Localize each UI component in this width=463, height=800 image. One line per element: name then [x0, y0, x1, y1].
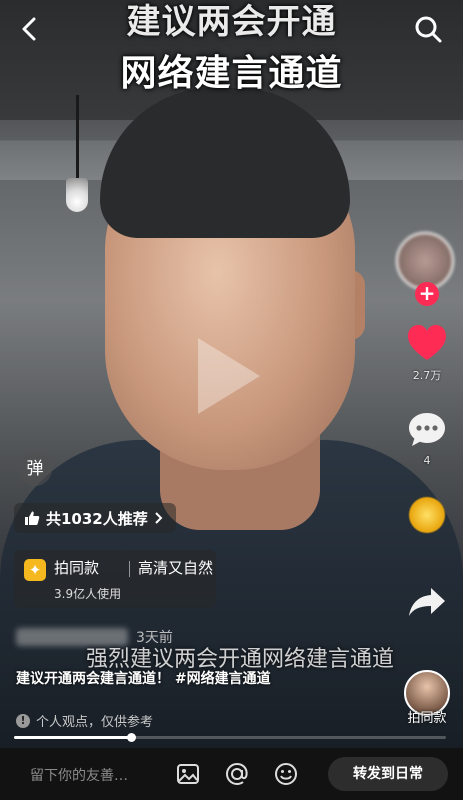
forward-to-daily-button[interactable]: 转发到日常 [328, 757, 448, 791]
comment-button[interactable]: 4 [398, 410, 456, 467]
recommend-badge[interactable]: 共1032人推荐 [14, 503, 176, 533]
chevron-right-icon [155, 512, 163, 524]
author-name-blurred[interactable] [16, 628, 128, 646]
effect-name: 拍同款 [54, 559, 100, 577]
danmu-toggle[interactable]: 弹 [18, 452, 52, 486]
notice-text: 个人观点，仅供参考 [36, 715, 154, 730]
music-disc[interactable] [409, 497, 445, 533]
post-time: 3天前 [136, 630, 173, 646]
progress-handle[interactable] [126, 733, 136, 742]
image-icon[interactable] [175, 761, 201, 787]
effect-divider [129, 561, 130, 577]
emoji-icon[interactable] [273, 761, 299, 787]
comment-count: 4 [423, 454, 431, 467]
ceiling-lamp [66, 178, 88, 212]
effect-users: 3.9亿人使用 [54, 587, 122, 601]
video-caption[interactable]: 建议开通两会建言通道！ #网络建言通道 [16, 668, 271, 688]
at-icon[interactable] [224, 761, 250, 787]
video-title-line2: 网络建言通道 [120, 53, 343, 94]
like-button[interactable]: 2.7万 [398, 323, 456, 383]
share-count-blurred [398, 623, 456, 636]
comment-input[interactable]: 留下你的友善… [30, 765, 128, 785]
effect-tag: 高清又自然 [138, 559, 214, 577]
search-icon[interactable] [413, 14, 443, 44]
video-title-line1: 建议两会开通 [126, 2, 337, 42]
effect-card[interactable]: ✦ 拍同款 高清又自然 3.9亿人使用 [14, 550, 216, 608]
video-screen[interactable]: 建议两会开通 网络建言通道 + 2.7万 4 拍同款 弹 共1032人推荐 ✦ … [0, 0, 463, 800]
progress-fill [14, 736, 131, 739]
info-icon: ! [16, 713, 30, 728]
like-count: 2.7万 [412, 369, 442, 382]
notice-row: ! 个人观点，仅供参考 [16, 711, 153, 730]
same-style-label[interactable]: 拍同款 [395, 707, 459, 726]
comment-icon [409, 413, 445, 446]
thumbs-up-icon [25, 511, 40, 525]
video-person-hair [100, 88, 350, 238]
bottom-bar: 留下你的友善… 转发到日常 [0, 748, 463, 800]
progress-bar[interactable] [14, 733, 446, 742]
follow-button[interactable]: + [415, 282, 439, 306]
back-icon[interactable] [16, 14, 44, 44]
lamp-cord [76, 95, 79, 190]
share-icon [409, 588, 445, 616]
heart-icon [408, 325, 446, 360]
recommend-text: 共1032人推荐 [46, 509, 148, 528]
share-button[interactable] [398, 585, 456, 636]
sparkle-icon: ✦ [24, 559, 46, 581]
play-icon[interactable] [198, 338, 260, 414]
